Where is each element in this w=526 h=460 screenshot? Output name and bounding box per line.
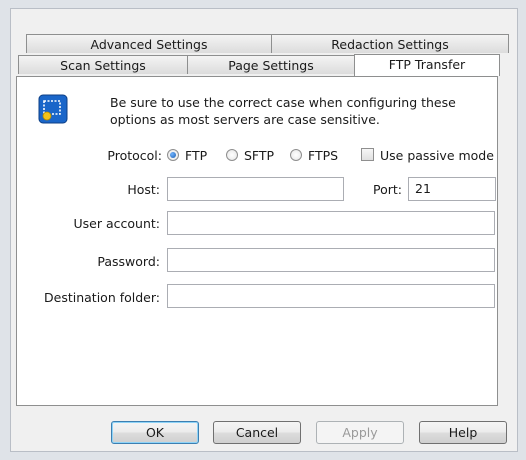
- cancel-button[interactable]: Cancel: [213, 421, 301, 444]
- apply-button[interactable]: Apply: [316, 421, 404, 444]
- port-input[interactable]: 21: [408, 177, 496, 201]
- tab-scan-settings[interactable]: Scan Settings: [18, 55, 188, 74]
- password-input[interactable]: [167, 248, 495, 272]
- radio-ftp-label: FTP: [185, 148, 208, 163]
- destination-folder-label: Destination folder:: [44, 290, 160, 305]
- tab-ftp-transfer[interactable]: FTP Transfer: [354, 54, 500, 76]
- ftp-info-icon: [38, 94, 68, 124]
- passive-mode-label: Use passive mode: [380, 148, 494, 163]
- radio-ftps[interactable]: [290, 149, 302, 161]
- tab-page-settings[interactable]: Page Settings: [187, 55, 355, 74]
- port-label: Port:: [373, 182, 402, 197]
- tab-redaction-settings[interactable]: Redaction Settings: [271, 34, 509, 53]
- radio-sftp-label: SFTP: [244, 148, 275, 163]
- help-button[interactable]: Help: [419, 421, 507, 444]
- radio-ftps-label: FTPS: [308, 148, 339, 163]
- radio-sftp[interactable]: [226, 149, 238, 161]
- host-input[interactable]: [167, 177, 344, 201]
- destination-folder-input[interactable]: [167, 284, 495, 308]
- host-label: Host:: [127, 182, 160, 197]
- radio-ftp[interactable]: [167, 149, 179, 161]
- user-account-input[interactable]: [167, 211, 495, 235]
- user-account-label: User account:: [73, 216, 160, 231]
- ok-button[interactable]: OK: [111, 421, 199, 444]
- tab-advanced-settings[interactable]: Advanced Settings: [26, 34, 272, 53]
- info-message: Be sure to use the correct case when con…: [110, 95, 456, 127]
- passive-mode-checkbox[interactable]: [361, 148, 374, 161]
- protocol-label: Protocol:: [107, 148, 162, 163]
- password-label: Password:: [97, 254, 160, 269]
